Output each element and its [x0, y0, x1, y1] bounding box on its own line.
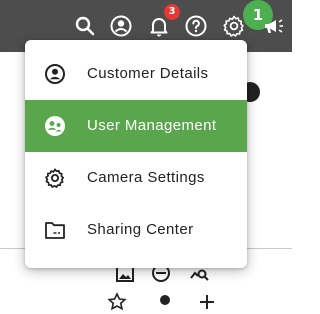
settings-dropdown-menu: Customer Details User Management Camera …: [25, 40, 247, 268]
search-icon[interactable]: [73, 14, 97, 38]
account-circle-icon: [44, 63, 66, 85]
menu-item-label: Sharing Center: [87, 221, 194, 238]
plus-icon[interactable]: [197, 292, 217, 312]
menu-item-user-management[interactable]: User Management: [25, 100, 247, 152]
notification-count-badge: 3: [164, 4, 180, 20]
help-icon[interactable]: [184, 14, 208, 38]
menu-item-label: Camera Settings: [87, 169, 205, 186]
megaphone-icon[interactable]: [262, 14, 286, 38]
menu-item-label: User Management: [87, 117, 217, 134]
gear-icon: [44, 167, 66, 189]
folder-icon: [44, 219, 66, 241]
pin-icon[interactable]: [155, 294, 175, 314]
menu-item-label: Customer Details: [87, 65, 209, 82]
account-circle-icon[interactable]: [109, 14, 133, 38]
menu-item-camera-settings[interactable]: Camera Settings: [25, 152, 247, 204]
menu-item-customer-details[interactable]: Customer Details: [25, 48, 247, 100]
star-icon[interactable]: [107, 292, 127, 312]
menu-item-sharing-center[interactable]: Sharing Center: [25, 204, 247, 256]
user-management-icon: [44, 115, 66, 137]
